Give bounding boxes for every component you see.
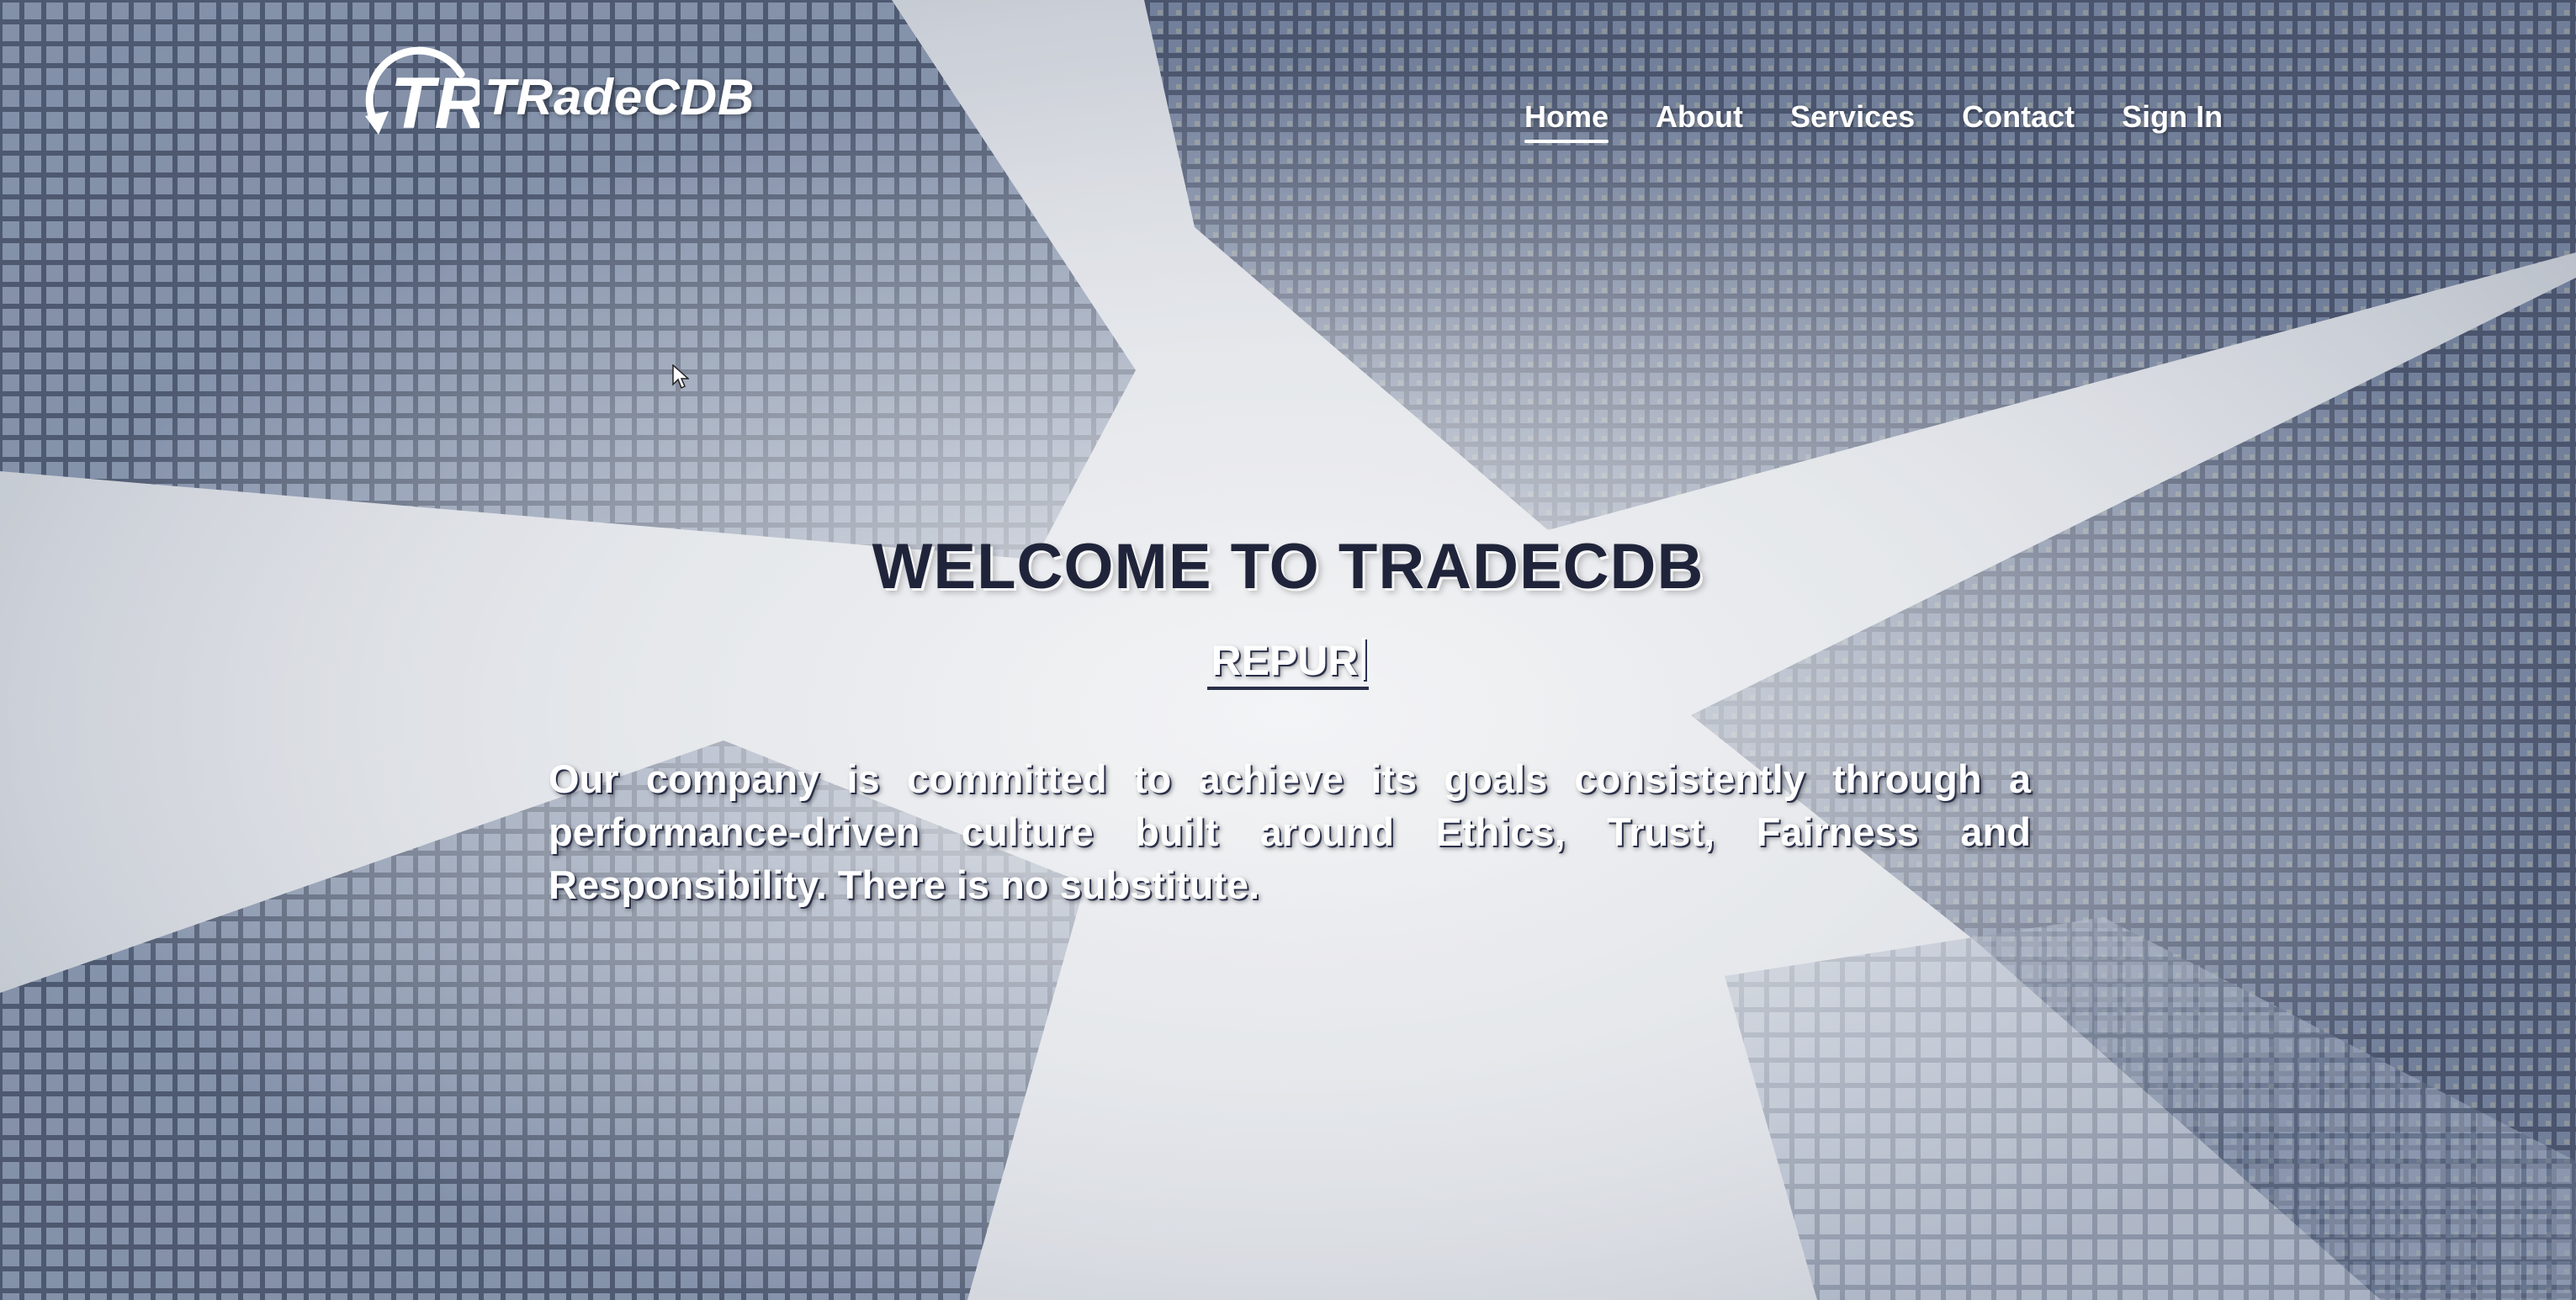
typed-text: REPUR bbox=[1207, 636, 1369, 690]
hero-description: Our company is committed to achieve its … bbox=[549, 756, 2031, 907]
nav-home-link[interactable]: Home bbox=[1524, 99, 1609, 143]
brand-logo[interactable]: TR TRadeCDB bbox=[353, 34, 755, 160]
nav-sign-in-link[interactable]: Sign In bbox=[2122, 99, 2223, 143]
tr-swirl-logo-icon: TR bbox=[365, 46, 480, 144]
nav-services-link[interactable]: Services bbox=[1790, 99, 1915, 143]
svg-text:TR: TR bbox=[390, 63, 480, 144]
typed-text-container: REPUR bbox=[0, 636, 2576, 690]
nav-about-link[interactable]: About bbox=[1656, 99, 1743, 143]
landing-page: TR TRadeCDB Home About Services Contact … bbox=[0, 0, 2576, 1300]
brand-name: TRadeCDB bbox=[485, 68, 755, 125]
nav-contact-link[interactable]: Contact bbox=[1962, 99, 2075, 143]
typed-text-value: REPUR bbox=[1211, 637, 1359, 684]
typing-caret bbox=[1361, 638, 1365, 680]
main-nav: Home About Services Contact Sign In bbox=[1524, 99, 2223, 143]
hero-title: WELCOME TO TRADECDB bbox=[872, 531, 1704, 602]
mouse-pointer-icon bbox=[672, 364, 689, 390]
